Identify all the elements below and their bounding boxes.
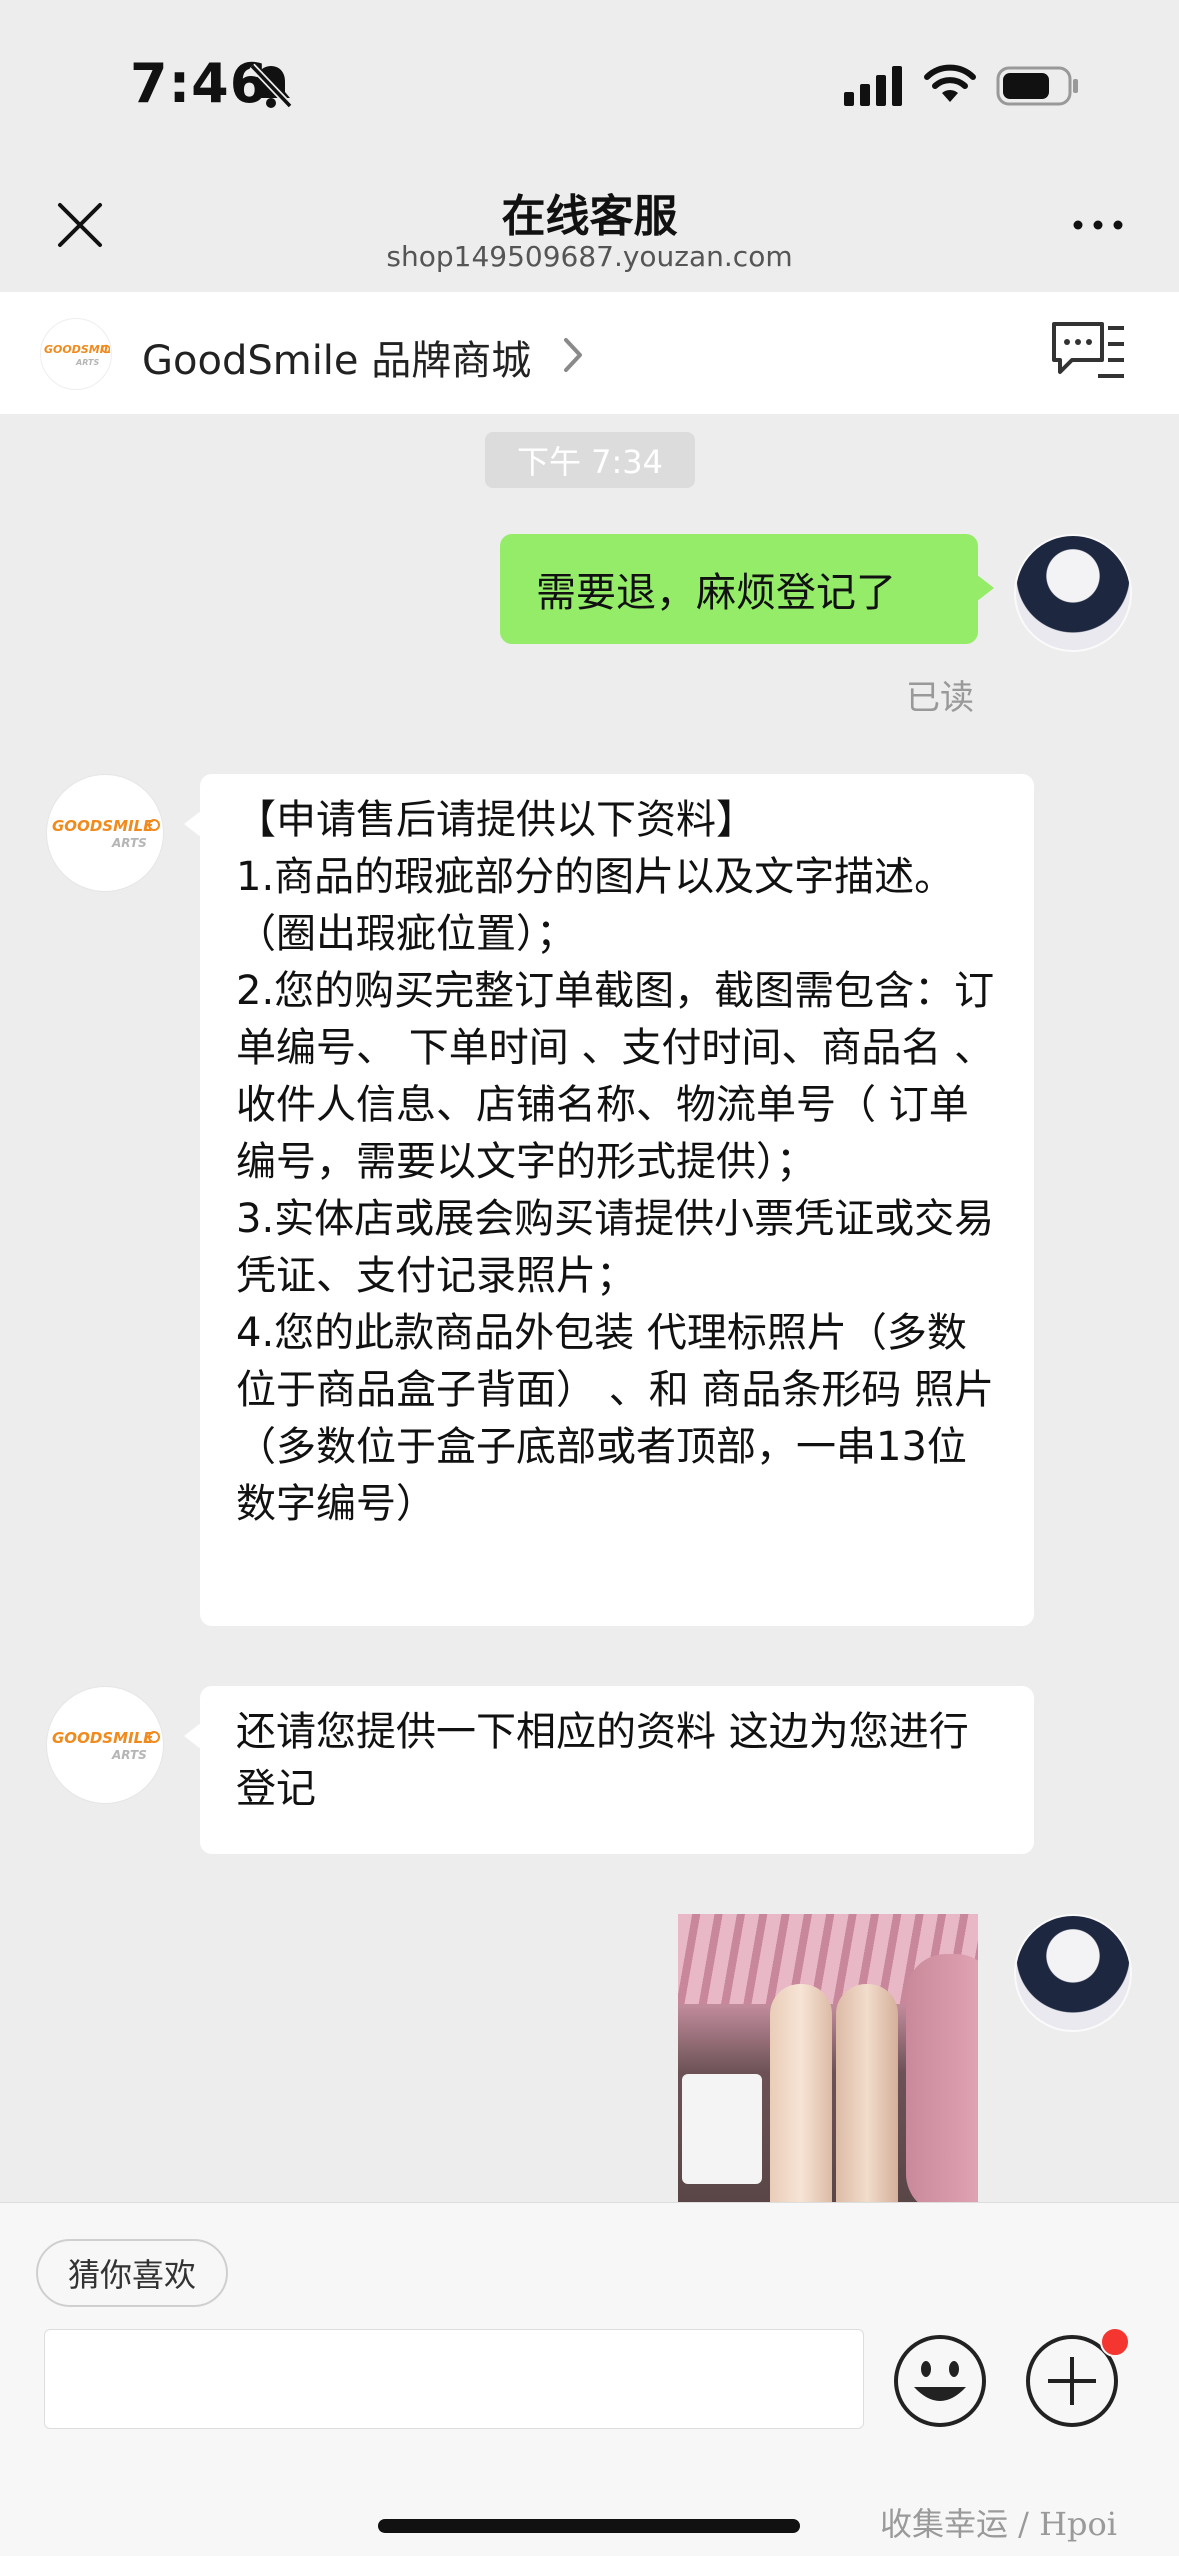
suggestion-chip[interactable]: 猜你喜欢 <box>36 2239 229 2307</box>
chevron-right-icon[interactable] <box>562 336 586 374</box>
svg-text:GOODSMILE: GOODSMILE <box>52 817 154 835</box>
wifi-icon <box>924 64 976 102</box>
read-status: 已读 <box>906 678 974 718</box>
avatar[interactable] <box>1014 1914 1132 2032</box>
emoji-icon[interactable] <box>892 2333 988 2429</box>
page-url: shop149509687.youzan.com <box>386 240 793 273</box>
svg-text:ARTS: ARTS <box>75 358 99 367</box>
page-title: 在线客服 <box>501 191 678 242</box>
notification-badge <box>1100 2327 1130 2357</box>
message-input[interactable] <box>44 2329 864 2429</box>
timestamp-chip: 下午 7:34 <box>485 432 695 488</box>
svg-text:ARTS: ARTS <box>111 836 147 850</box>
more-icon[interactable] <box>1068 210 1128 240</box>
chat-list-icon[interactable] <box>1050 320 1128 384</box>
avatar[interactable] <box>1014 534 1132 652</box>
shop-header[interactable]: GOODSMILE ARTS GoodSmile 品牌商城 <box>0 292 1179 414</box>
avatar[interactable]: GOODSMILE ARTS <box>46 774 164 892</box>
message-bubble[interactable]: 【申请售后请提供以下资料】 1.商品的瑕疵部分的图片以及文字描述。（圈出瑕疵位置… <box>184 774 1034 1626</box>
battery-icon <box>996 66 1078 106</box>
shop-logo: GOODSMILE ARTS <box>40 318 112 390</box>
message-bubble[interactable]: 需要退，麻烦登记了 <box>500 534 994 644</box>
input-area: 猜你喜欢 收集幸运 / Hpoi <box>0 2202 1179 2556</box>
image-message[interactable] <box>678 1914 978 2202</box>
shop-name[interactable]: GoodSmile 品牌商城 <box>142 328 531 386</box>
cellular-signal-icon <box>844 66 902 106</box>
svg-text:GOODSMILE: GOODSMILE <box>52 1729 154 1747</box>
message-bubble[interactable]: 还请您提供一下相应的资料 这边为您进行登记 <box>184 1686 1034 1854</box>
svg-text:ARTS: ARTS <box>111 1748 147 1762</box>
bell-off-icon <box>249 63 293 109</box>
home-indicator[interactable] <box>378 2519 800 2533</box>
top-bar: 7:46 在线客服 shop149509687.youzan.com <box>0 0 1179 292</box>
svg-text:GOODSMILE: GOODSMILE <box>44 343 110 356</box>
watermark: 收集幸运 / Hpoi <box>880 2505 1118 2543</box>
avatar[interactable]: GOODSMILE ARTS <box>46 1686 164 1804</box>
